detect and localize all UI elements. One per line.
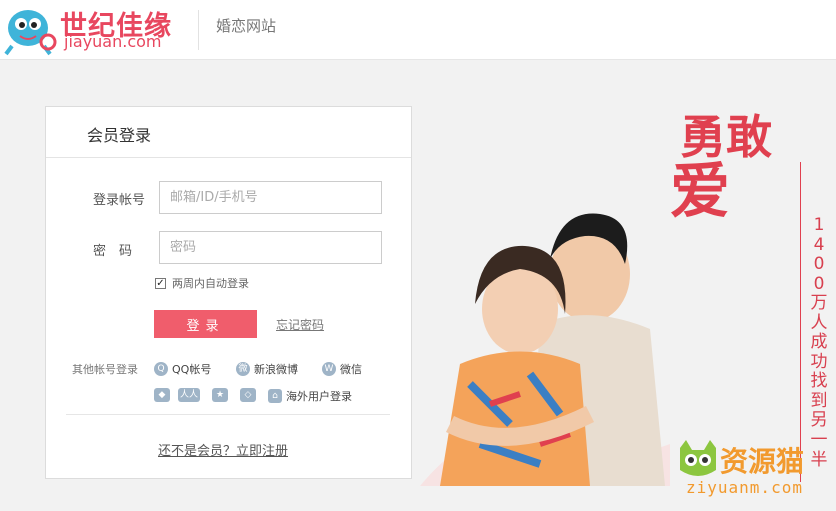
overseas-login-label: 海外用户登录: [286, 390, 352, 403]
mascot-icon: [4, 10, 57, 56]
weibo-login[interactable]: 微 新浪微博: [236, 361, 298, 377]
remember-login[interactable]: ✓ 两周内自动登录: [155, 275, 249, 291]
promo-banner: 勇敢 爱 1400万人成功找到另一半: [420, 104, 836, 488]
qq-login[interactable]: Q QQ帐号: [154, 361, 211, 377]
qq-login-label: QQ帐号: [172, 363, 212, 376]
wechat-login-label: 微信: [340, 363, 362, 376]
qq-icon: Q: [154, 362, 168, 376]
site-header: 世纪佳缘 jiayuan.com 婚恋网站: [0, 0, 836, 60]
other-accounts-label: 其他帐号登录: [72, 363, 138, 376]
watermark-chinese: 资源猫: [720, 445, 805, 478]
password-input[interactable]: [159, 231, 382, 264]
header-divider: [198, 10, 199, 50]
shield-login[interactable]: ◇: [240, 388, 256, 402]
remember-checkbox[interactable]: ✓: [155, 277, 166, 289]
overseas-login[interactable]: ⌂ 海外用户登录: [268, 388, 352, 404]
slogan-line1: 勇敢: [680, 110, 772, 164]
forgot-password-link[interactable]: 忘记密码: [276, 316, 324, 333]
promo-vertical-line: [800, 162, 801, 482]
register-link[interactable]: 还不是会员？立即注册: [158, 440, 288, 459]
login-panel-header: 会员登录: [46, 107, 411, 158]
watermark: 资源猫 ziyuanm.com: [676, 440, 836, 500]
house-icon: ⌂: [268, 389, 282, 403]
baidu-login[interactable]: ◆: [154, 388, 170, 402]
password-label: 密 码: [93, 244, 133, 259]
account-label: 登录帐号: [93, 193, 146, 208]
paw-icon: ◆: [154, 388, 170, 402]
login-panel: 会员登录 登录帐号 密 码 ✓ 两周内自动登录 登录 忘记密码 其他帐号登录 Q…: [45, 106, 412, 479]
renren-icon: 人人: [178, 388, 200, 402]
site-type-label: 婚恋网站: [216, 17, 277, 35]
slogan-line2: 爱: [670, 157, 730, 227]
star-icon: ★: [212, 388, 228, 402]
panel-divider: [66, 414, 390, 415]
site-logo[interactable]: 世纪佳缘 jiayuan.com: [0, 0, 190, 58]
promo-slogan: 勇敢 爱: [670, 114, 772, 222]
logo-english: jiayuan.com: [64, 32, 162, 51]
weibo-login-label: 新浪微博: [254, 363, 298, 376]
shield-icon: ◇: [240, 388, 256, 402]
star-login[interactable]: ★: [212, 388, 228, 402]
promo-tagline: 1400万人成功找到另一半: [810, 215, 828, 470]
couple-photo: [420, 213, 670, 486]
watermark-url: ziyuanm.com: [686, 478, 803, 497]
renren-login[interactable]: 人人: [178, 388, 200, 402]
wechat-login[interactable]: W 微信: [322, 361, 362, 377]
weibo-icon: 微: [236, 362, 250, 376]
login-title: 会员登录: [87, 126, 152, 145]
account-input[interactable]: [159, 181, 382, 214]
login-button[interactable]: 登录: [154, 310, 257, 338]
wechat-icon: W: [322, 362, 336, 376]
remember-label: 两周内自动登录: [172, 277, 249, 290]
cat-logo-icon: [680, 440, 716, 476]
